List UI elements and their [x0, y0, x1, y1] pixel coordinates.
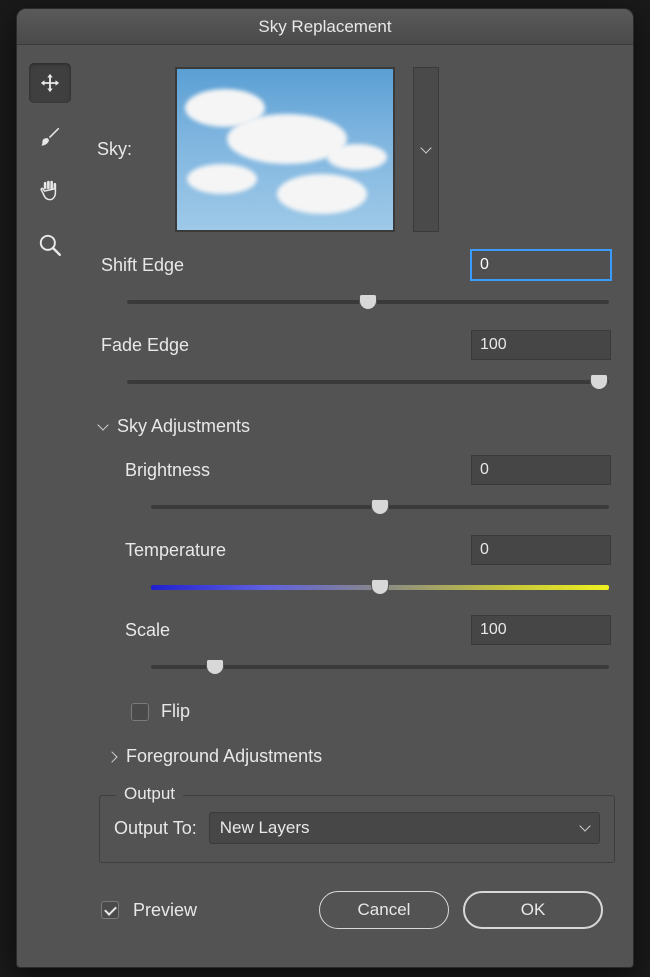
- brightness-row: Brightness: [97, 451, 621, 521]
- output-to-select[interactable]: New Layers: [209, 812, 600, 844]
- dialog-footer: Preview Cancel OK: [97, 873, 621, 929]
- shift-edge-row: Shift Edge: [97, 246, 621, 316]
- sky-dropdown-button[interactable]: [413, 67, 439, 232]
- fade-edge-thumb[interactable]: [590, 374, 608, 390]
- temperature-label: Temperature: [125, 540, 226, 561]
- zoom-tool-button[interactable]: [29, 225, 71, 265]
- main-panel: Sky: Shift Edge: [97, 55, 621, 955]
- output-to-label: Output To:: [114, 818, 197, 839]
- dialog-body: Sky: Shift Edge: [17, 45, 633, 967]
- scale-label: Scale: [125, 620, 170, 641]
- brightness-label: Brightness: [125, 460, 210, 481]
- shift-edge-thumb[interactable]: [359, 294, 377, 310]
- brightness-thumb[interactable]: [371, 499, 389, 515]
- flip-checkbox[interactable]: [131, 703, 149, 721]
- output-fieldset-label: Output: [116, 784, 183, 804]
- chevron-down-icon: [579, 820, 590, 831]
- sky-selector-row: Sky:: [97, 55, 621, 236]
- fade-edge-slider[interactable]: [101, 368, 611, 396]
- temperature-input[interactable]: [471, 535, 611, 565]
- output-fieldset: Output Output To: New Layers: [99, 795, 615, 863]
- sky-replacement-dialog: Sky Replacement: [16, 8, 634, 968]
- preview-label: Preview: [133, 900, 197, 921]
- brush-icon: [37, 124, 63, 150]
- scale-input[interactable]: [471, 615, 611, 645]
- titlebar[interactable]: Sky Replacement: [17, 9, 633, 45]
- fade-edge-input[interactable]: [471, 330, 611, 360]
- hand-icon: [37, 178, 63, 204]
- chevron-right-icon: [106, 751, 117, 762]
- sky-adjustments-label: Sky Adjustments: [117, 416, 250, 437]
- tool-sidebar: [29, 55, 87, 955]
- magnifier-icon: [37, 232, 63, 258]
- foreground-adjustments-label: Foreground Adjustments: [126, 746, 322, 767]
- brightness-slider[interactable]: [125, 493, 611, 521]
- move-tool-button[interactable]: [29, 63, 71, 103]
- cancel-button[interactable]: Cancel: [319, 891, 449, 929]
- preview-checkbox[interactable]: [101, 901, 119, 919]
- fade-edge-label: Fade Edge: [101, 335, 189, 356]
- shift-edge-slider[interactable]: [101, 288, 611, 316]
- temperature-row: Temperature: [97, 531, 621, 601]
- temperature-slider[interactable]: [125, 573, 611, 601]
- shift-edge-input[interactable]: [471, 250, 611, 280]
- foreground-adjustments-toggle[interactable]: Foreground Adjustments: [97, 736, 621, 771]
- brush-tool-button[interactable]: [29, 117, 71, 157]
- dialog-title: Sky Replacement: [258, 17, 391, 37]
- brightness-input[interactable]: [471, 455, 611, 485]
- scale-row: Scale: [97, 611, 621, 681]
- sky-thumbnail[interactable]: [175, 67, 395, 232]
- sky-adjustments-toggle[interactable]: Sky Adjustments: [97, 406, 621, 441]
- shift-edge-label: Shift Edge: [101, 255, 184, 276]
- output-selected-value: New Layers: [220, 818, 310, 838]
- hand-tool-button[interactable]: [29, 171, 71, 211]
- temperature-thumb[interactable]: [371, 579, 389, 595]
- flip-label: Flip: [161, 701, 190, 722]
- sky-label: Sky:: [97, 139, 157, 160]
- ok-button[interactable]: OK: [463, 891, 603, 929]
- fade-edge-row: Fade Edge: [97, 326, 621, 396]
- chevron-down-icon: [97, 419, 108, 430]
- scale-thumb[interactable]: [206, 659, 224, 675]
- flip-row: Flip: [97, 691, 621, 726]
- move-icon: [39, 72, 61, 94]
- chevron-down-icon: [420, 142, 431, 153]
- scale-slider[interactable]: [125, 653, 611, 681]
